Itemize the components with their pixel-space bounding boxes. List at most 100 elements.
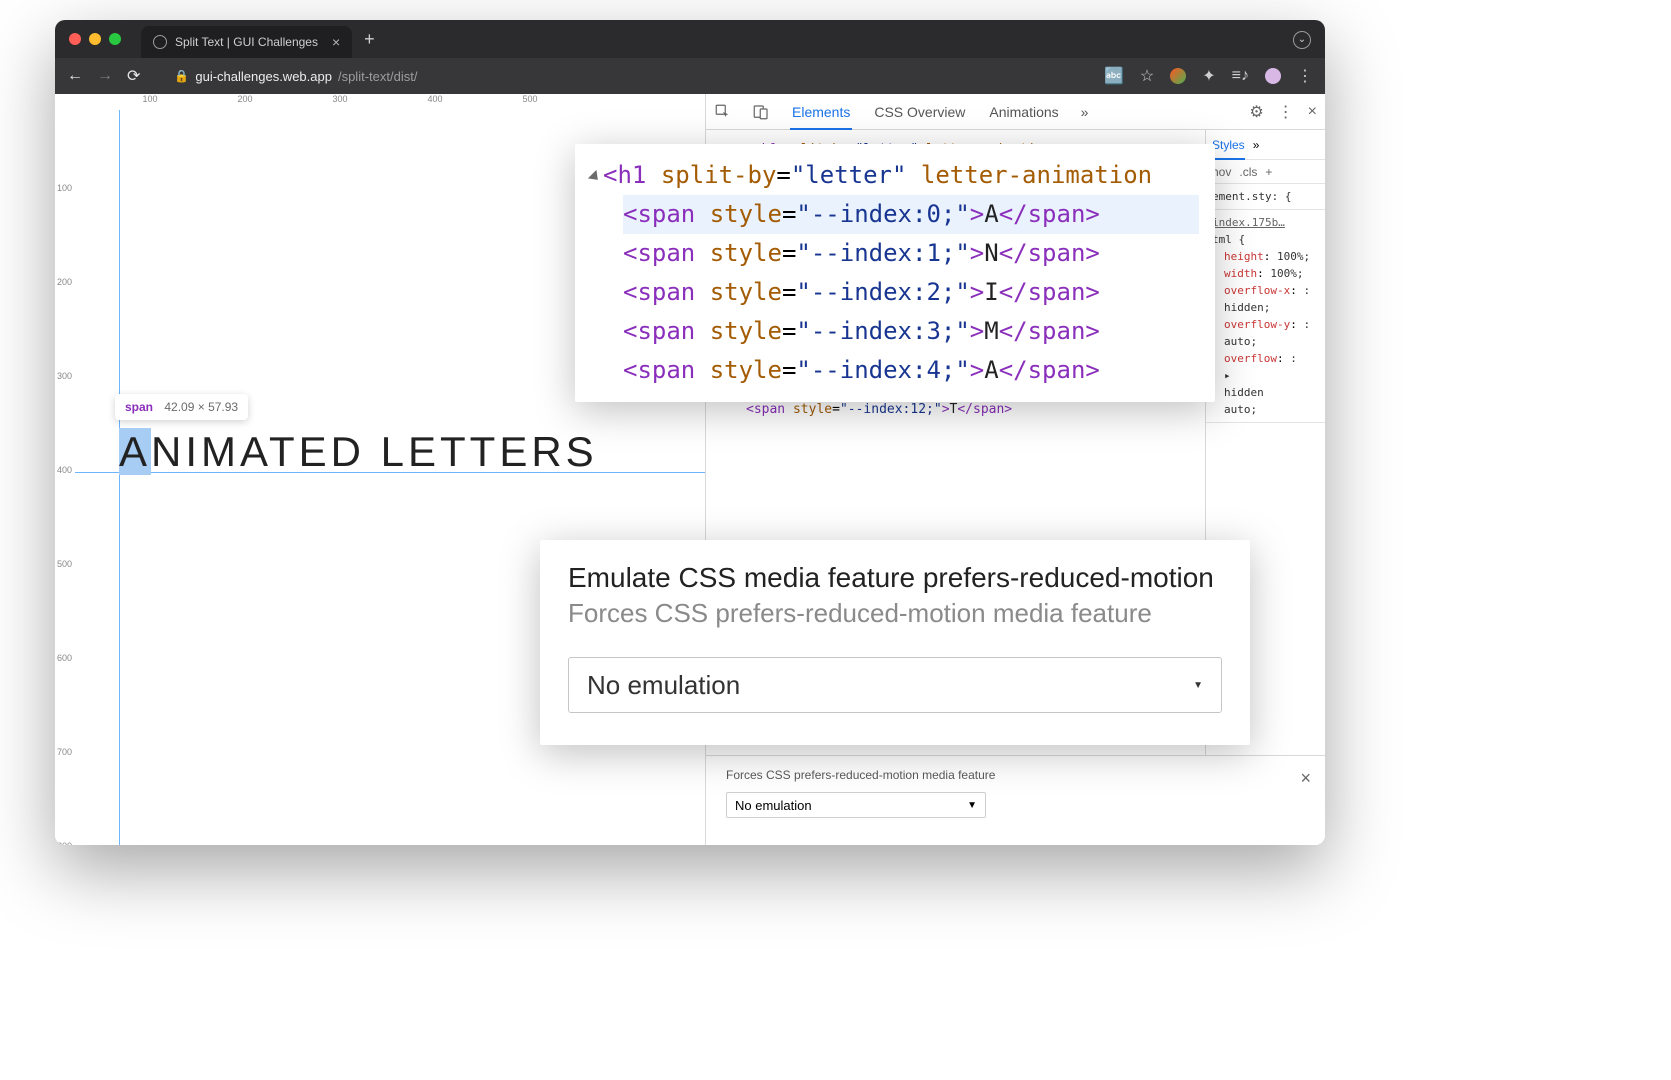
tooltip-tag: span [125, 400, 153, 414]
ruler-tick: 200 [57, 277, 72, 287]
new-tab-button[interactable]: + [364, 29, 375, 50]
guide-vertical [119, 110, 120, 845]
kebab-icon[interactable]: ⋮ [1278, 102, 1294, 122]
titlebar: Split Text | GUI Challenges × + ⌄ [55, 20, 1325, 58]
forward-button[interactable]: → [97, 67, 113, 85]
tab-elements[interactable]: Elements [790, 94, 852, 130]
ruler-tick: 200 [237, 94, 252, 104]
rendering-drawer: × Forces CSS prefers-reduced-motion medi… [706, 755, 1325, 845]
ruler-tick: 700 [57, 747, 72, 757]
ruler-tick: 800 [57, 841, 72, 845]
tab-css-overview[interactable]: CSS Overview [872, 104, 967, 120]
extension-visbug-icon[interactable] [1170, 68, 1186, 84]
titlebar-right: ⌄ [1293, 29, 1311, 49]
close-window-icon[interactable] [69, 33, 81, 45]
lock-icon: 🔒 [174, 69, 189, 83]
heading-letter: A [240, 428, 269, 475]
styles-overflow-icon[interactable]: » [1253, 138, 1260, 152]
ruler-vertical: 100 200 300 400 500 600 700 800 [55, 94, 75, 845]
close-tab-icon[interactable]: × [332, 34, 340, 50]
tab-animations[interactable]: Animations [987, 104, 1060, 120]
translate-icon[interactable]: 🔤 [1104, 66, 1124, 86]
dom-node[interactable]: <span style="--index:12;">T</span> [726, 400, 1205, 420]
ruler-tick: 400 [427, 94, 442, 104]
emulate-subtitle: Forces CSS prefers-reduced-motion media … [568, 598, 1222, 629]
css-rule[interactable]: index.175b…tml {height: 100%;width: 100%… [1206, 210, 1325, 423]
heading-letter: E [299, 428, 331, 475]
dom-node[interactable]: <span style="--index:4;">A</span> [623, 351, 1199, 390]
emulate-select[interactable]: No emulation ▼ [568, 657, 1222, 713]
emulate-title: Emulate CSS media feature prefers-reduce… [568, 562, 1222, 594]
popout-dom-tree: <h1 split-by="letter" letter-animation<s… [575, 144, 1215, 402]
url-host: gui-challenges.web.app [195, 69, 332, 84]
toolbar-right: 🔤 ☆ ✦ ≡♪ ⋮ [1104, 66, 1313, 86]
inspect-tooltip: span 42.09 × 57.93 [115, 394, 248, 420]
new-rule-button[interactable]: + [1265, 165, 1272, 179]
heading-letter: N [151, 428, 185, 475]
minimize-window-icon[interactable] [89, 33, 101, 45]
heading-letter: L [381, 428, 408, 475]
ruler-horizontal: 100 200 300 400 500 [55, 94, 705, 110]
dom-node[interactable]: <span style="--index:2;">I</span> [623, 273, 1199, 312]
heading-letter: T [470, 428, 500, 475]
inspect-icon[interactable] [714, 103, 732, 121]
heading-letter: T [269, 428, 299, 475]
heading-letter [365, 428, 381, 475]
ruler-tick: 300 [57, 371, 72, 381]
star-icon[interactable]: ☆ [1140, 66, 1154, 86]
ruler-tick: 100 [57, 183, 72, 193]
ruler-tick: 400 [57, 465, 72, 475]
tabs-overflow-icon[interactable]: » [1081, 104, 1089, 120]
ruler-tick: 500 [57, 559, 72, 569]
reload-button[interactable]: ⟳ [127, 66, 140, 86]
device-toggle-icon[interactable] [752, 103, 770, 121]
heading-letter: E [408, 428, 440, 475]
ruler-tick: 500 [522, 94, 537, 104]
favicon-icon [153, 35, 167, 49]
window-controls [69, 33, 121, 45]
heading-letter: A [119, 428, 151, 475]
tab-title: Split Text | GUI Challenges [175, 35, 318, 49]
drawer-subtitle: Forces CSS prefers-reduced-motion media … [726, 768, 1305, 782]
heading-letter: M [201, 428, 240, 475]
heading-letter: D [331, 428, 365, 475]
maximize-window-icon[interactable] [109, 33, 121, 45]
styles-tab[interactable]: Styles [1212, 130, 1245, 160]
account-chevron-icon[interactable]: ⌄ [1293, 31, 1311, 49]
extensions-icon[interactable]: ✦ [1202, 66, 1215, 86]
dom-node-root[interactable]: <h1 split-by="letter" letter-animation [591, 156, 1199, 195]
close-devtools-icon[interactable]: × [1308, 103, 1317, 121]
dom-node[interactable]: <span style="--index:0;">A</span> [623, 195, 1199, 234]
ruler-tick: 600 [57, 653, 72, 663]
devtools-tabs: Elements CSS Overview Animations » ⚙ ⋮ × [706, 94, 1325, 130]
heading-letter: S [566, 428, 598, 475]
ruler-tick: 100 [142, 94, 157, 104]
browser-tab[interactable]: Split Text | GUI Challenges × [141, 26, 352, 58]
page-heading: ANIMATED LETTERS [119, 428, 598, 476]
dropdown-arrow-icon: ▼ [1193, 680, 1203, 691]
tooltip-dimensions: 42.09 × 57.93 [164, 400, 238, 414]
heading-letter: R [531, 428, 565, 475]
url-path: /split-text/dist/ [338, 69, 417, 84]
settings-icon[interactable]: ⚙ [1249, 102, 1263, 122]
popout-emulate: Emulate CSS media feature prefers-reduce… [540, 540, 1250, 745]
cls-toggle[interactable]: .cls [1239, 165, 1257, 179]
menu-icon[interactable]: ⋮ [1297, 66, 1313, 86]
css-rule[interactable]: ement.sty: { [1206, 184, 1325, 210]
profile-avatar-icon[interactable] [1265, 68, 1281, 84]
emulate-select-value: No emulation [587, 670, 740, 701]
ruler-tick: 300 [332, 94, 347, 104]
dom-node[interactable]: <span style="--index:3;">M</span> [623, 312, 1199, 351]
heading-letter: T [440, 428, 470, 475]
reading-list-icon[interactable]: ≡♪ [1232, 67, 1249, 85]
close-drawer-icon[interactable]: × [1300, 768, 1311, 789]
back-button[interactable]: ← [67, 67, 83, 85]
dropdown-arrow-icon: ▼ [967, 800, 977, 811]
emulation-value: No emulation [735, 798, 812, 813]
emulation-select[interactable]: No emulation ▼ [726, 792, 986, 818]
heading-letter: E [499, 428, 531, 475]
url-display[interactable]: 🔒 gui-challenges.web.app/split-text/dist… [154, 69, 417, 84]
address-bar: ← → ⟳ 🔒 gui-challenges.web.app/split-tex… [55, 58, 1325, 94]
heading-letter: I [185, 428, 201, 475]
dom-node[interactable]: <span style="--index:1;">N</span> [623, 234, 1199, 273]
